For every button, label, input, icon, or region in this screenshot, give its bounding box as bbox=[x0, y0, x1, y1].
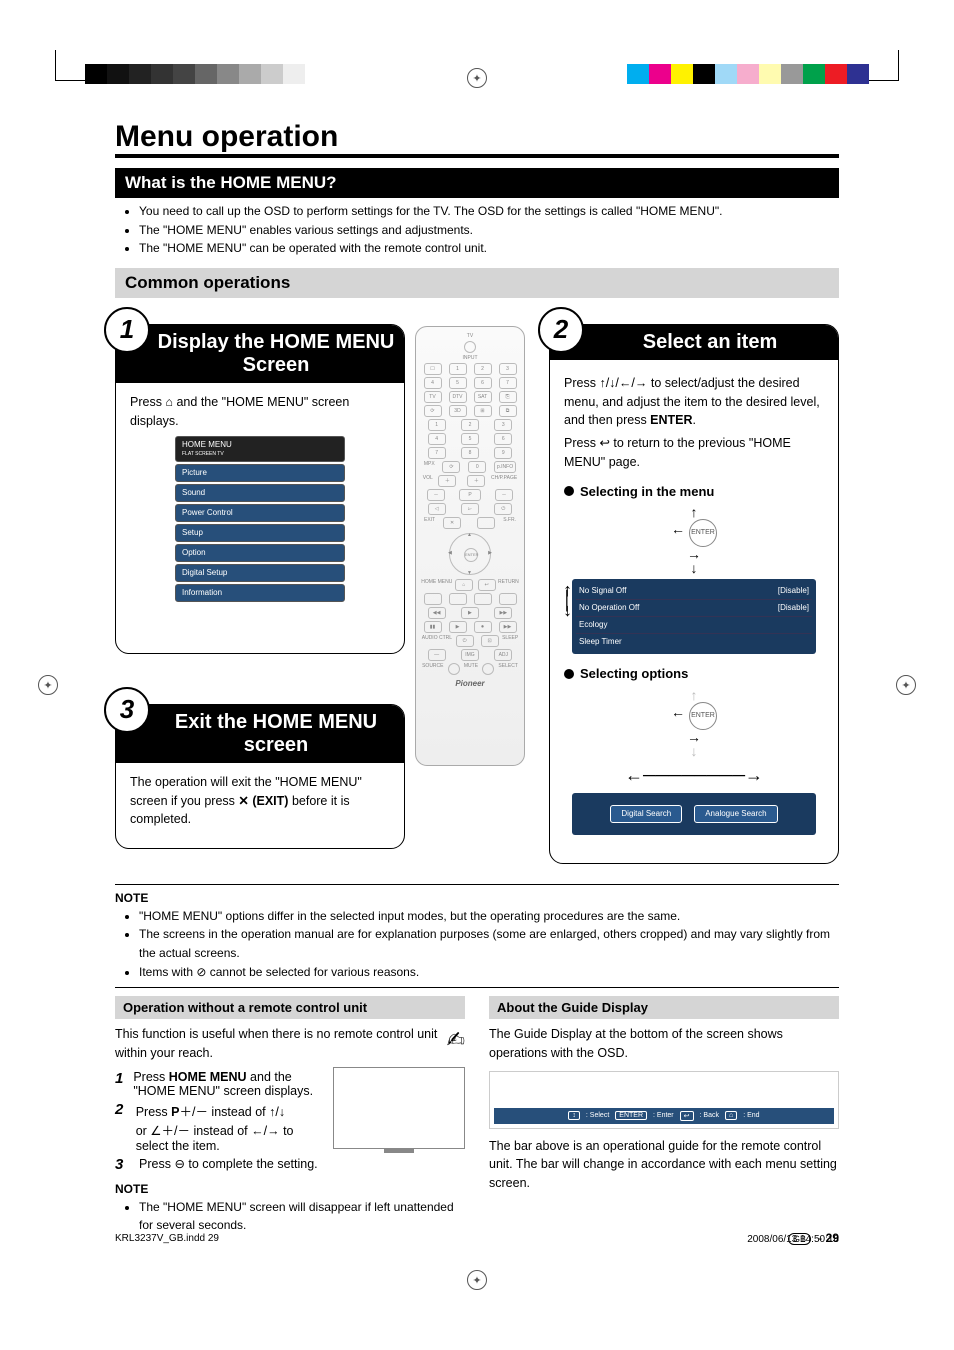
bullet: The "HOME MENU" enables various settings… bbox=[139, 221, 839, 240]
section-common-operations: Common operations bbox=[115, 268, 839, 298]
content: Menu operation What is the HOME MENU? Yo… bbox=[0, 90, 954, 1241]
option-analogue: Analogue Search bbox=[694, 805, 777, 823]
menu-sample: No Signal Off[Disable] No Operation Off[… bbox=[572, 579, 816, 654]
registration-mark-bottom: ✦ bbox=[467, 1270, 487, 1290]
page: ✦ ✦ ✦ Menu operation What is the HOME ME… bbox=[0, 0, 954, 1350]
nav-cross-menu: ↑ ← ENTER → ↓ bbox=[664, 505, 724, 575]
footer-timestamp: 2008/06/13 14:50:18 bbox=[747, 1234, 839, 1245]
step-number-1: 1 bbox=[104, 307, 150, 353]
note-bullet: The "HOME MENU" screen will disappear if… bbox=[139, 1198, 465, 1235]
right-sub-heading: About the Guide Display bbox=[489, 996, 839, 1019]
home-icon: ⌂ bbox=[165, 395, 173, 409]
remote-control-illustration: TV INPUT ☐123 4567 TVDTVSAT⎘ ⟳3D⊞⧉ 123 4… bbox=[415, 326, 525, 766]
option-digital: Digital Search bbox=[610, 805, 682, 823]
note-heading-2: NOTE bbox=[115, 1182, 465, 1196]
note-bullet: Items with ⊘ cannot be selected for vari… bbox=[139, 963, 839, 982]
right-outro: The bar above is an operational guide fo… bbox=[489, 1137, 839, 1193]
sub-selecting-menu: Selecting in the menu bbox=[580, 482, 714, 502]
menu-item: Option bbox=[175, 544, 345, 562]
updown-arrow-icon: ↑│↓ bbox=[562, 585, 573, 615]
about-guide-display: About the Guide Display The Guide Displa… bbox=[489, 996, 839, 1241]
step-3-title: Exit the HOME MENU screen bbox=[116, 705, 404, 763]
menu-item: Sound bbox=[175, 484, 345, 502]
right-intro: The Guide Display at the bottom of the s… bbox=[489, 1025, 839, 1063]
home-menu-header: HOME MENU bbox=[182, 440, 232, 449]
registration-mark-left: ✦ bbox=[38, 675, 58, 695]
exit-label: (EXIT) bbox=[252, 794, 288, 808]
home-menu-mockup: HOME MENU FLAT SCREEN TV Picture Sound P… bbox=[175, 436, 345, 602]
diagram-area: 1 Display the HOME MENU Screen Press ⌂ a… bbox=[115, 304, 839, 885]
note-heading: NOTE bbox=[115, 891, 839, 905]
operation-without-remote: Operation without a remote control unit … bbox=[115, 996, 465, 1241]
menu-item: Digital Setup bbox=[175, 564, 345, 582]
remote-input-label: INPUT bbox=[420, 355, 520, 361]
left-intro: This function is useful when there is no… bbox=[115, 1025, 465, 1063]
page-title: Menu operation bbox=[115, 120, 839, 158]
callout-step-2: 2 Select an item Press ↑/↓/←/→ to select… bbox=[549, 324, 839, 864]
dpad-icon: ENTER ▲ ▼ ◀ ▶ bbox=[449, 533, 491, 575]
menu-item: Power Control bbox=[175, 504, 345, 522]
bullet: The "HOME MENU" can be operated with the… bbox=[139, 239, 839, 258]
enter-label: ENTER bbox=[650, 413, 692, 427]
hand-icon: ✍︎ bbox=[447, 1027, 465, 1053]
menu-item: Setup bbox=[175, 524, 345, 542]
brand-label: Pioneer bbox=[420, 679, 520, 688]
menu-item: Picture bbox=[175, 464, 345, 482]
sub-selecting-options: Selecting options bbox=[580, 664, 688, 684]
print-marks-area: ✦ bbox=[0, 0, 954, 90]
tv-front-illustration bbox=[333, 1067, 465, 1149]
step-1-text-a: Press bbox=[130, 395, 165, 409]
return-icon: ↩ bbox=[599, 436, 609, 450]
t2a: Press bbox=[564, 376, 599, 390]
step-number-3: 3 bbox=[104, 687, 150, 733]
step-2-title: Select an item bbox=[550, 325, 838, 360]
crop-mark-right bbox=[868, 50, 899, 81]
remote-tv-label: TV bbox=[420, 333, 520, 339]
leftright-arrow-icon: ←────────→ bbox=[564, 762, 824, 789]
crop-mark-left bbox=[55, 50, 86, 81]
color-bar-right bbox=[627, 64, 869, 84]
bullet: You need to call up the OSD to perform s… bbox=[139, 202, 839, 221]
callout-step-3: 3 Exit the HOME MENU screen The operatio… bbox=[115, 704, 405, 849]
t2c: Press bbox=[564, 436, 599, 450]
registration-mark-top: ✦ bbox=[467, 68, 487, 88]
callout-step-1: 1 Display the HOME MENU Screen Press ⌂ a… bbox=[115, 324, 405, 654]
note-bullet: "HOME MENU" options differ in the select… bbox=[139, 907, 839, 926]
footer-file: KRL3237V_GB.indd 29 bbox=[115, 1233, 219, 1244]
step-1-title: Display the HOME MENU Screen bbox=[116, 325, 404, 383]
color-bar-left bbox=[85, 64, 305, 84]
guide-bar-illustration: ↕: Select ENTER: Enter ↩: Back ⌂: End bbox=[489, 1071, 839, 1129]
section-what-is-home-menu: What is the HOME MENU? bbox=[115, 168, 839, 198]
power-icon bbox=[464, 341, 476, 353]
left-sub-heading: Operation without a remote control unit bbox=[115, 996, 465, 1019]
note-bullet: The screens in the operation manual are … bbox=[139, 925, 839, 962]
menu-item: Information bbox=[175, 584, 345, 602]
arrows-icon: ↑/↓/←/→ bbox=[599, 376, 647, 390]
registration-mark-right: ✦ bbox=[896, 675, 916, 695]
nav-cross-options: ↑ ← ENTER → ↓ bbox=[664, 688, 724, 758]
home-menu-sub: FLAT SCREEN TV bbox=[182, 451, 338, 459]
step-number-2: 2 bbox=[538, 307, 584, 353]
home-menu-description-list: You need to call up the OSD to perform s… bbox=[139, 202, 839, 258]
